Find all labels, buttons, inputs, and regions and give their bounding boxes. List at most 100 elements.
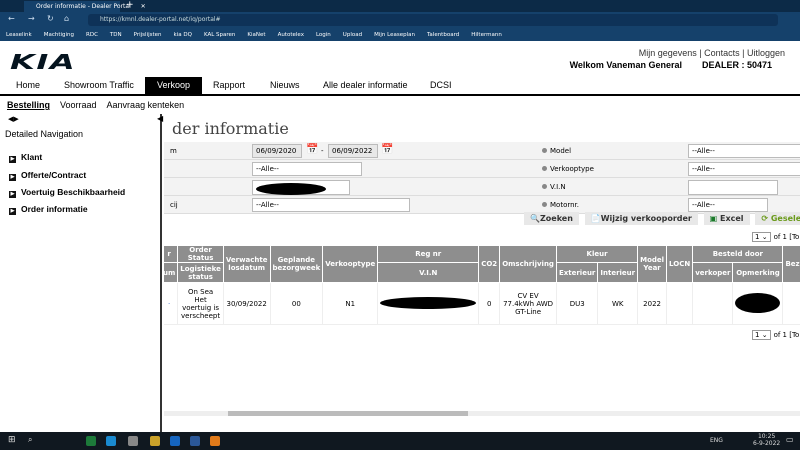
- table-row[interactable]: · On Sea Het voertuig is verscheept 30/09…: [164, 282, 800, 325]
- forward-icon[interactable]: →: [28, 14, 35, 23]
- back-icon[interactable]: ←: [8, 14, 15, 23]
- contacts-link[interactable]: Contacts: [704, 48, 740, 58]
- bookmark[interactable]: KiaNet: [247, 32, 265, 38]
- sidebar-item-order-informatie[interactable]: ▶ Order informatie: [9, 204, 88, 215]
- column-header[interactable]: Geplande bezorgweek: [269, 245, 324, 283]
- column-header[interactable]: Kleur: [555, 245, 639, 263]
- menu-showroom-traffic[interactable]: Showroom Traffic: [64, 80, 134, 90]
- column-header[interactable]: Logistieke status: [177, 262, 224, 283]
- submenu-aanvraag-kenteken[interactable]: Aanvraag kenteken: [107, 100, 185, 110]
- kia-logo[interactable]: KIA: [10, 50, 76, 74]
- column-header[interactable]: Model Year: [637, 245, 668, 283]
- edit-order-button[interactable]: 📄Wijzig verkooporder: [584, 212, 698, 225]
- menu-dcsi[interactable]: DCSI: [430, 80, 452, 90]
- calendar-icon[interactable]: 📅: [381, 144, 393, 155]
- outlook-taskbar-icon[interactable]: [170, 436, 180, 446]
- menu-nieuws[interactable]: Nieuws: [270, 80, 300, 90]
- motornr-select[interactable]: --Alle--: [688, 198, 768, 212]
- date-to-input[interactable]: 06/09/2022: [328, 144, 378, 158]
- filter-select[interactable]: --Alle--: [252, 198, 410, 212]
- sidebar-item-voertuig[interactable]: ▶ Voertuig Beschikbaarheid: [9, 187, 125, 198]
- column-header[interactable]: LOCN: [666, 245, 694, 283]
- refresh-icon[interactable]: ↻: [47, 14, 54, 23]
- bookmark[interactable]: kia DQ: [174, 32, 192, 38]
- windows-start-icon[interactable]: ⊞: [8, 435, 16, 445]
- arrow-icon: ▶: [9, 156, 16, 163]
- filter-text-input[interactable]: [252, 180, 350, 195]
- filter-select[interactable]: --Alle--: [252, 162, 362, 176]
- bookmark[interactable]: Mijn Leaseplan: [374, 32, 415, 38]
- submenu-bestelling[interactable]: Bestelling: [7, 100, 50, 110]
- language-indicator[interactable]: ENG: [710, 437, 723, 444]
- page-select[interactable]: 1 ⌄: [752, 232, 771, 242]
- notification-icon[interactable]: ▭: [786, 435, 794, 444]
- bookmark[interactable]: TDN: [110, 32, 122, 38]
- column-header[interactable]: um: [164, 262, 179, 283]
- bookmark[interactable]: Prijslijsten: [134, 32, 162, 38]
- bookmark[interactable]: Hiltermann: [471, 32, 502, 38]
- menu-rapport[interactable]: Rapport: [213, 80, 245, 90]
- column-header[interactable]: Interieur: [597, 262, 639, 283]
- close-tab-icon[interactable]: ✕: [141, 3, 146, 10]
- vin-input[interactable]: [688, 180, 778, 195]
- bookmark[interactable]: RDC: [86, 32, 98, 38]
- omschrijving-cell: CV EV 77.4kWh AWD GT-Line: [499, 282, 557, 325]
- edge-taskbar-icon[interactable]: [106, 436, 116, 446]
- bookmark[interactable]: Leaselink: [6, 32, 32, 38]
- column-header[interactable]: Exterieur: [555, 262, 599, 283]
- scrollbar-thumb[interactable]: [228, 411, 468, 416]
- page-select[interactable]: 1 ⌄: [752, 330, 771, 340]
- logout-link[interactable]: Uitloggen: [747, 48, 785, 58]
- column-header[interactable]: Bez: [782, 245, 800, 283]
- bookmark[interactable]: Talentboard: [427, 32, 459, 38]
- arrow-icon: ▶: [9, 208, 16, 215]
- search-icon[interactable]: ⌕: [28, 435, 32, 445]
- date-from-input[interactable]: 06/09/2020: [252, 144, 302, 158]
- column-header[interactable]: Omschrijving: [499, 245, 557, 283]
- column-header[interactable]: Verkooptype: [322, 245, 379, 283]
- menu-verkoop[interactable]: Verkoop: [145, 77, 203, 96]
- column-header[interactable]: Reg nr: [377, 245, 480, 263]
- app-taskbar-icon[interactable]: [210, 436, 220, 446]
- column-header[interactable]: Opmerking: [732, 262, 784, 283]
- bookmark[interactable]: Autotelex: [278, 32, 304, 38]
- column-header[interactable]: Order Status: [177, 245, 224, 263]
- horizontal-scrollbar[interactable]: [164, 411, 800, 416]
- app-taskbar-icon[interactable]: [128, 436, 138, 446]
- excel-button[interactable]: ▣ Excel: [703, 212, 750, 225]
- row-link[interactable]: ·: [164, 282, 179, 325]
- explorer-taskbar-icon[interactable]: [150, 436, 160, 446]
- url-input[interactable]: https://kmnl.dealer-portal.net/iq/portal…: [88, 14, 778, 26]
- sidebar-item-offerte[interactable]: ▶ Offerte/Contract: [9, 170, 86, 181]
- verkooptype-select[interactable]: --Alle--: [688, 162, 800, 176]
- submenu: Bestelling Voorraad Aanvraag kenteken: [7, 100, 194, 110]
- browser-tab[interactable]: Order informatie - Dealer Portal ✕: [24, 1, 146, 12]
- menu-alle-dealer-informatie[interactable]: Alle dealer informatie: [323, 80, 408, 90]
- collapse-sidebar-icon[interactable]: ◀: [157, 114, 163, 123]
- search-button[interactable]: 🔍Zoeken: [524, 212, 579, 225]
- clock[interactable]: 10:25 6-9-2022: [753, 433, 780, 447]
- column-header[interactable]: verkoper: [692, 262, 734, 283]
- new-tab-icon[interactable]: +: [126, 0, 134, 10]
- column-header[interactable]: Besteld door: [692, 245, 784, 263]
- excel-taskbar-icon[interactable]: [86, 436, 96, 446]
- main-menu: Home Showroom Traffic Verkoop Rapport Ni…: [0, 77, 800, 96]
- bookmark[interactable]: KAL Sparen: [204, 32, 235, 38]
- bookmark[interactable]: Machtiging: [44, 32, 74, 38]
- column-header[interactable]: V.I.N: [377, 262, 480, 283]
- my-details-link[interactable]: Mijn gegevens: [639, 48, 697, 58]
- selected-button[interactable]: ⟳ Geselect: [755, 212, 800, 225]
- bookmark[interactable]: Upload: [343, 32, 362, 38]
- calendar-icon[interactable]: 📅: [306, 144, 318, 155]
- bookmark[interactable]: Login: [316, 32, 331, 38]
- submenu-voorraad[interactable]: Voorraad: [60, 100, 97, 110]
- home-icon[interactable]: ⌂: [64, 14, 69, 23]
- sidebar-item-klant[interactable]: ▶ Klant: [9, 152, 42, 163]
- sidebar-toggle-arrows-icon[interactable]: ◀▶: [8, 115, 19, 123]
- word-taskbar-icon[interactable]: [190, 436, 200, 446]
- column-header[interactable]: Verwachte losdatum: [222, 245, 271, 283]
- column-header[interactable]: r: [164, 245, 179, 263]
- column-header[interactable]: CO2: [478, 245, 501, 283]
- model-select[interactable]: --Alle--: [688, 144, 800, 158]
- menu-home[interactable]: Home: [16, 80, 40, 90]
